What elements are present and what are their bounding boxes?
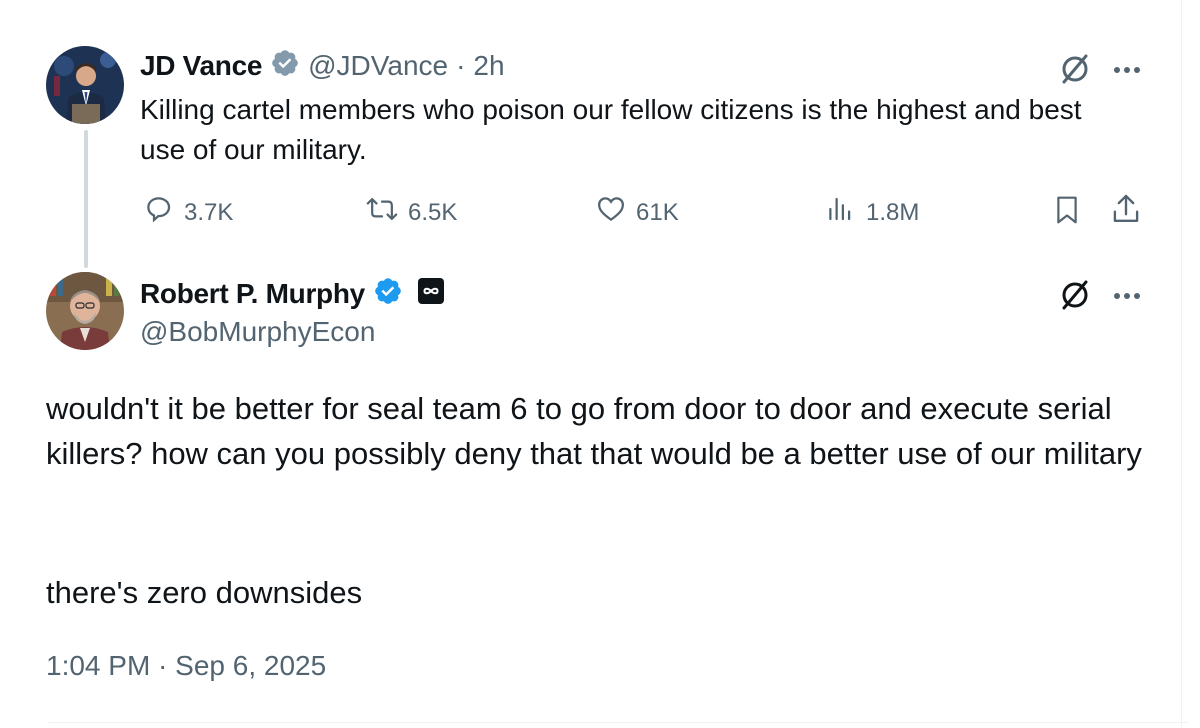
divider — [48, 722, 1188, 723]
robert-murphy-avatar[interactable] — [46, 272, 124, 350]
right-border — [1181, 0, 1182, 728]
tweet2-timestamp[interactable]: 1:04 PM · Sep 6, 2025 — [46, 650, 326, 682]
grok-icon[interactable] — [1058, 52, 1092, 91]
tweet2-author-name[interactable]: Robert P. Murphy — [140, 278, 365, 310]
like-count: 61K — [636, 198, 679, 226]
repost-button[interactable]: 6.5K — [366, 194, 457, 231]
tweet1-time[interactable]: 2h — [473, 50, 504, 82]
reply-icon — [144, 194, 174, 231]
infinity-badge-icon — [417, 277, 445, 310]
views-count: 1.8M — [866, 198, 920, 226]
grok-icon[interactable] — [1058, 278, 1092, 317]
repost-count: 6.5K — [408, 198, 458, 226]
like-button[interactable]: 61K — [596, 194, 679, 231]
more-icon[interactable] — [1112, 62, 1142, 80]
tweet1-author-name[interactable]: JD Vance — [140, 50, 262, 82]
bookmark-icon[interactable] — [1052, 194, 1082, 231]
thread-line — [84, 130, 88, 268]
tweet1-header: JD Vance @JDVance · 2h — [140, 48, 505, 83]
repost-icon — [366, 194, 398, 231]
reply-button[interactable]: 3.7K — [144, 194, 233, 231]
more-icon[interactable] — [1112, 288, 1142, 306]
tweet1-handle[interactable]: @JDVance — [308, 50, 448, 82]
tweet1-text: Killing cartel members who poison our fe… — [140, 94, 1082, 165]
tweet1-separator: · — [456, 49, 466, 81]
tweet2-header: Robert P. Murphy — [140, 276, 445, 311]
views-button[interactable]: 1.8M — [826, 194, 919, 231]
share-icon[interactable] — [1110, 192, 1142, 231]
tweet2-handle[interactable]: @BobMurphyEcon — [140, 316, 375, 348]
tweet2-text-paragraph-2: there's zero downsides — [46, 575, 363, 610]
jd-vance-avatar[interactable] — [46, 46, 124, 124]
like-icon — [596, 194, 626, 231]
verified-badge-icon — [270, 48, 300, 83]
verified-badge-icon — [373, 276, 403, 311]
reply-count: 3.7K — [184, 198, 234, 226]
views-icon — [826, 194, 856, 231]
tweet2-text-paragraph-1: wouldn't it be better for seal team 6 to… — [46, 391, 1142, 471]
